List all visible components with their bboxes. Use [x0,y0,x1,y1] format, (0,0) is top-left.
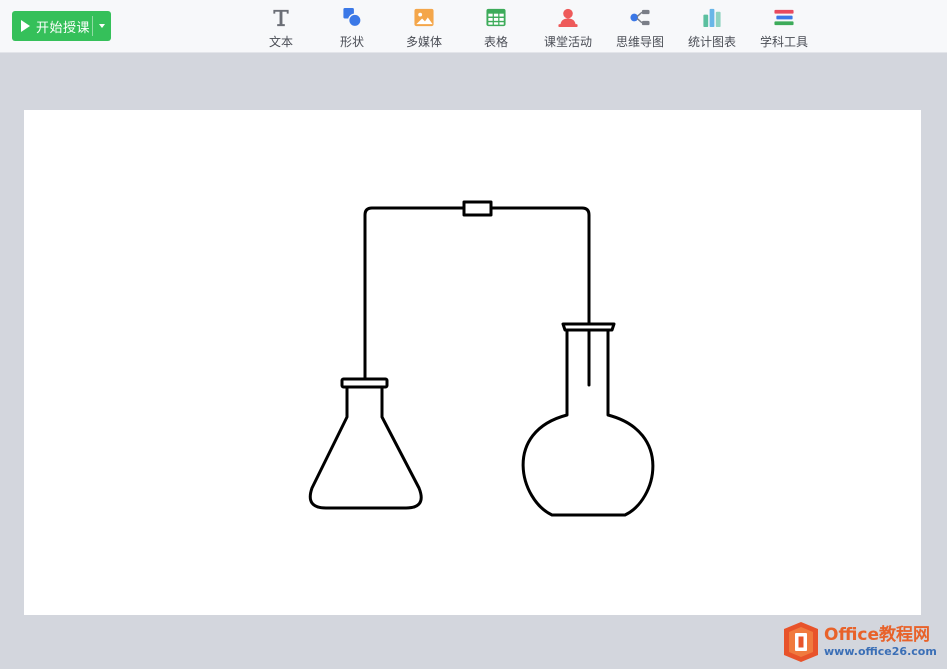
tool-mindmap[interactable]: 思维导图 [608,6,672,50]
tool-label: 课堂活动 [543,35,592,49]
watermark-url: www.office26.com [824,645,937,658]
tool-label: 思维导图 [615,35,664,49]
tool-label: 文本 [268,35,293,49]
tool-label: 学科工具 [759,35,808,49]
top-toolbar: 开始授课 文本 形状 多媒体 表格 课堂活动 思维导图 统计图表 学科工具 [0,0,947,53]
start-lesson-dropdown[interactable] [93,11,111,41]
tube-connector [462,200,493,217]
tool-table[interactable]: 表格 [464,6,528,50]
watermark-title: Office教程网 [824,625,931,645]
tool-label: 形状 [339,35,364,49]
tool-label: 多媒体 [405,35,442,49]
media-icon [414,8,434,27]
play-icon [21,20,30,32]
shape-icon [343,7,362,28]
chevron-down-icon [99,24,105,28]
tool-media[interactable]: 多媒体 [392,6,456,50]
conical-flask-mouth [340,377,389,389]
watermark: Office教程网 www.office26.com [782,620,942,664]
class-activity-icon [558,8,578,28]
tool-chart[interactable]: 统计图表 [680,6,744,50]
tool-label: 统计图表 [687,35,736,49]
text-icon [273,9,289,27]
tool-class-activity[interactable]: 课堂活动 [536,6,600,50]
mindmap-icon [630,9,650,26]
watermark-text: Office教程网 www.office26.com [824,625,937,659]
subject-tools-icon [774,9,794,26]
start-lesson-button[interactable]: 开始授课 [12,11,111,41]
tool-text[interactable]: 文本 [249,6,313,50]
glass-tube [363,206,591,387]
tool-subject-tools[interactable]: 学科工具 [752,6,816,50]
table-icon [486,8,506,27]
chemistry-apparatus[interactable] [24,110,921,615]
tool-shape[interactable]: 形状 [320,6,384,50]
tool-label: 表格 [483,35,508,49]
chart-icon [703,8,721,28]
conical-flask-body [308,385,423,510]
office-logo-icon [784,622,818,662]
start-lesson-main[interactable]: 开始授课 [12,11,92,41]
start-lesson-label: 开始授课 [36,20,91,36]
slide-canvas[interactable] [24,110,921,615]
round-flask-mouth [561,322,616,332]
